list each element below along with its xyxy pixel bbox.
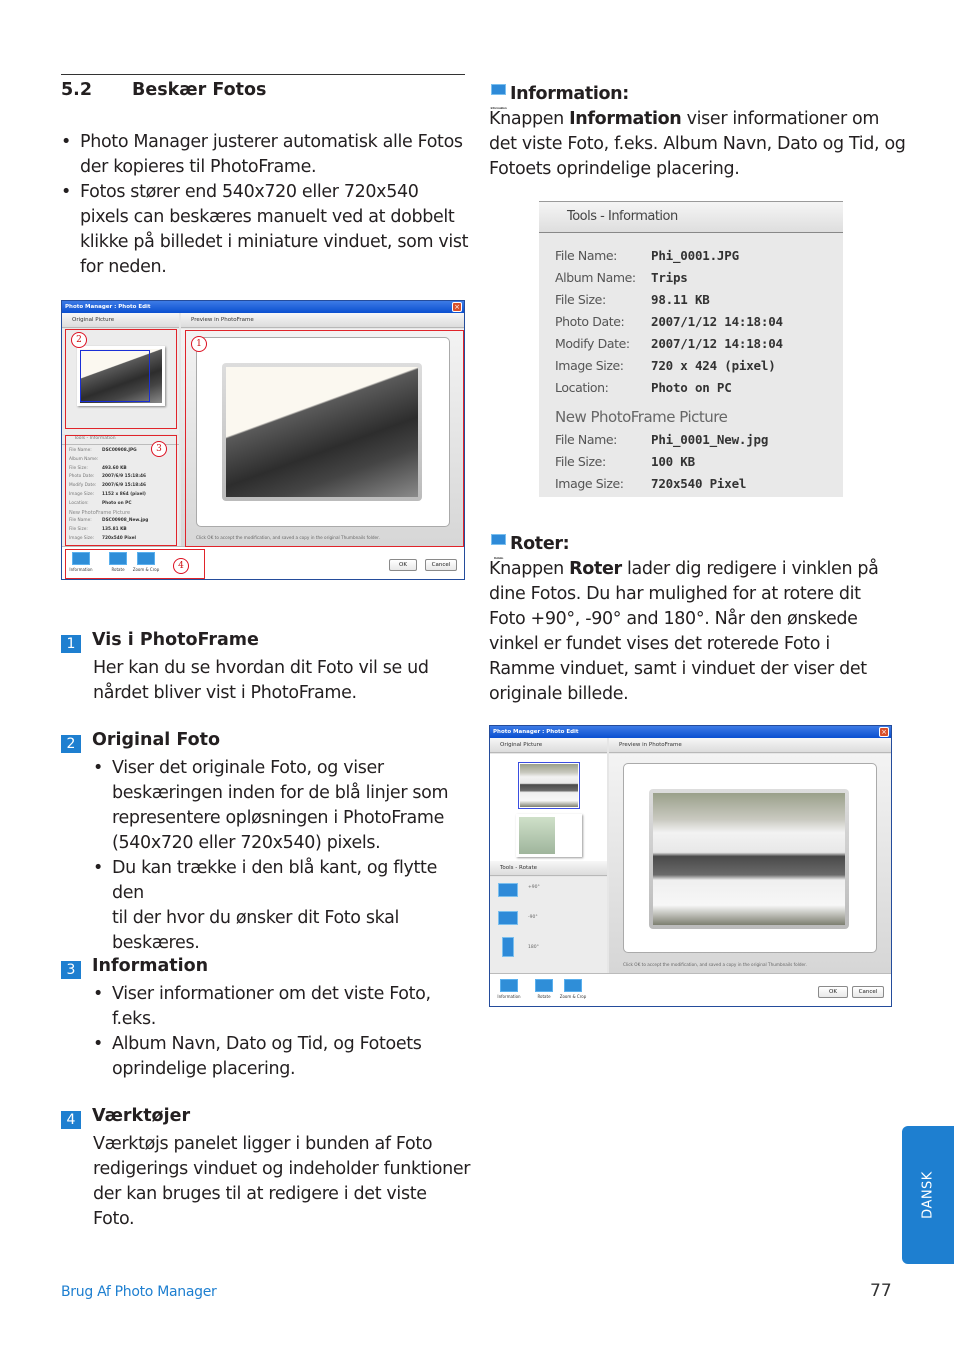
ok-button[interactable]: OK	[818, 986, 848, 998]
intro-bullet: Photo Manager justerer automatisk alle F…	[61, 130, 471, 180]
item-1-body: Her kan du se hvordan dit Foto vil se ud…	[93, 658, 429, 703]
photo-edit-dialog-rotate: Photo Manager : Photo Edit × Original Pi…	[489, 725, 892, 1007]
photo-edit-dialog-crop: Photo Manager : Photo Edit × Original Pi…	[61, 300, 465, 580]
cancel-button[interactable]: Cancel	[852, 986, 884, 998]
preview-photo	[653, 793, 845, 925]
callout-1: 1	[191, 336, 207, 352]
callout-2: 2	[71, 332, 87, 348]
language-tab: DANSK	[902, 1126, 954, 1264]
number-badge: 3	[61, 961, 81, 979]
callout-3: 3	[151, 441, 167, 457]
rotate-tool-button[interactable]: Rotate	[530, 979, 558, 999]
original-thumbnail-selected[interactable]	[518, 762, 580, 809]
toolbar: Information Rotate Zoom & Crop OK Cancel	[490, 973, 891, 1006]
info-panel-title: Tools - Information	[539, 202, 843, 233]
original-picture-header: Original Picture	[490, 738, 607, 753]
new-picture-subtitle: New PhotoFrame Picture	[555, 408, 728, 426]
photoframe-bezel	[649, 789, 849, 929]
information-tool-button[interactable]: Information	[495, 979, 523, 999]
rotate-180-icon[interactable]	[502, 937, 514, 957]
annotation-box-1	[185, 330, 464, 547]
item-1-heading: 1 Vis i PhotoFrame	[61, 630, 259, 653]
number-badge: 2	[61, 735, 81, 753]
information-icon	[500, 979, 518, 992]
tools-information-panel: Tools - Information File Name: Phi_0001.J…	[539, 201, 843, 497]
dialog-titlebar: Photo Manager : Photo Edit	[490, 726, 891, 738]
close-icon[interactable]: ×	[452, 302, 462, 312]
rotate-180-label[interactable]: 180°	[528, 945, 539, 950]
item-2-heading: 2 Original Foto	[61, 730, 220, 753]
header-rule	[61, 74, 465, 75]
photoframe-preview	[623, 763, 877, 953]
crop-icon	[564, 979, 582, 992]
rotate-icon: Rotate	[489, 534, 508, 560]
cancel-button[interactable]: Cancel	[425, 559, 457, 571]
item-3-heading: 3 Information	[61, 956, 208, 979]
rotate-section: Rotate Roter: Knappen Roter lader dig red…	[489, 532, 909, 707]
footer-chapter: Brug Af Photo Manager	[61, 1284, 217, 1300]
information-icon: Information	[489, 84, 508, 110]
information-section: Information Information: Knappen Informat…	[489, 82, 909, 182]
rotate-minus90-icon[interactable]	[498, 911, 518, 925]
information-heading: Information Information:	[489, 84, 629, 110]
rotate-icon	[535, 979, 553, 992]
item-4-heading: 4 Værktøjer	[61, 1106, 190, 1129]
section-title: Beskær Fotos	[132, 80, 267, 100]
preview-header: Preview in PhotoFrame	[181, 313, 464, 328]
info-panel-rows: File Name: Phi_0001.JPG Album Name: Trips …	[555, 248, 783, 491]
original-photo	[520, 764, 578, 807]
hint-text: Click OK to accept the modification, and…	[623, 962, 807, 967]
dialog-titlebar: Photo Manager : Photo Edit	[62, 301, 464, 313]
item-3-bullets: Viser informationer om det viste Foto, f…	[93, 982, 473, 1082]
rotate-heading: Rotate Roter:	[489, 532, 909, 560]
original-picture-pane	[490, 754, 607, 861]
preview-header: Preview in PhotoFrame	[609, 738, 891, 753]
intro-bullet: Fotos stører end 540x720 eller 720x540 p…	[61, 180, 471, 280]
rotate-minus90-label[interactable]: -90°	[528, 915, 538, 920]
close-icon[interactable]: ×	[879, 727, 889, 737]
original-thumbnail-alt[interactable]	[516, 814, 582, 857]
preview-pane: Click OK to accept the modification, and…	[609, 754, 891, 973]
rotate-pane-header: Tools - Rotate	[490, 861, 607, 876]
item-2-bullets: Viser det originale Foto, og viser beskæ…	[93, 756, 473, 956]
section-number: 5.2	[61, 80, 93, 100]
callout-4: 4	[173, 558, 189, 574]
rotate-plus90-icon[interactable]	[498, 883, 518, 897]
number-badge: 1	[61, 635, 81, 653]
page-number: 77	[870, 1281, 892, 1301]
intro-bullets: Photo Manager justerer automatisk alle F…	[61, 130, 471, 280]
zoom-crop-tool-button[interactable]: Zoom & Crop	[559, 979, 587, 999]
item-4-body: Værktøjs panelet ligger i bunden af Foto…	[93, 1134, 471, 1229]
original-picture-header: Original Picture	[62, 313, 179, 328]
rotate-plus90-label[interactable]: +90°	[528, 885, 540, 890]
rotate-pane: +90° -90° 180°	[490, 877, 607, 973]
ok-button[interactable]: OK	[389, 559, 417, 571]
number-badge: 4	[61, 1111, 81, 1129]
